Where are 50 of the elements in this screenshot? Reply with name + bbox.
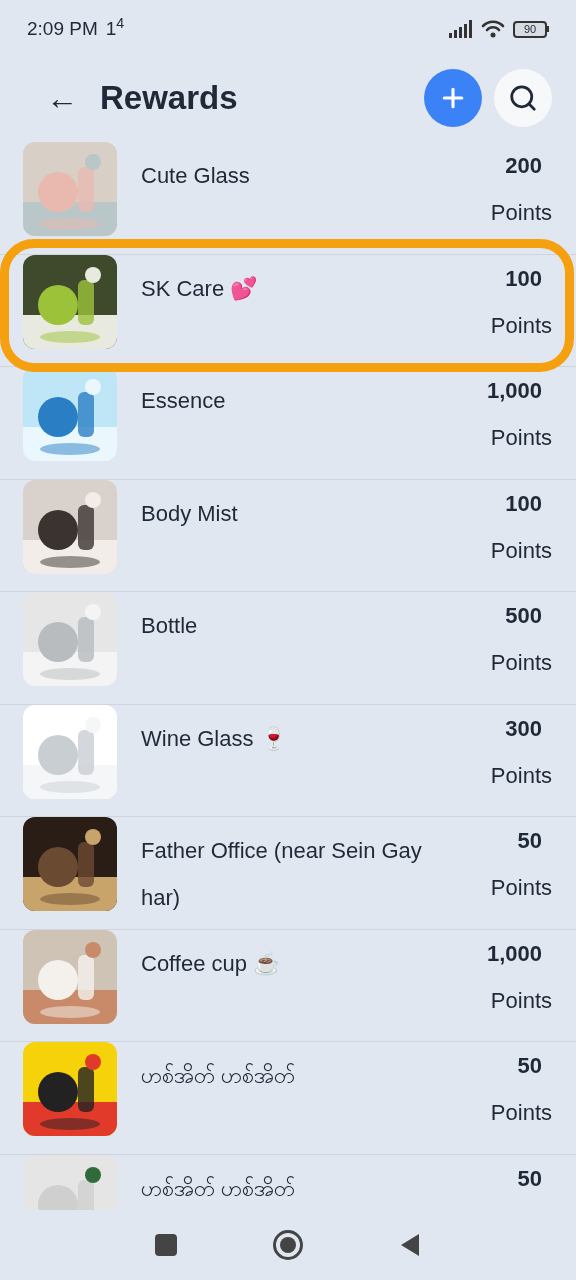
points-label: Points — [490, 761, 552, 790]
reward-name: ဟစ်အိတ် ဟစ်အိတ် — [141, 1174, 297, 1203]
points-label: Points — [490, 986, 552, 1015]
reward-name: Essence — [141, 387, 227, 415]
points-label: Points — [490, 536, 552, 565]
reward-item[interactable]: SK Care 💕 100 Points — [0, 254, 576, 367]
recents-icon[interactable] — [155, 1234, 177, 1256]
signal-icon — [449, 20, 473, 38]
points-label: Points — [490, 199, 552, 227]
back-button[interactable]: ← — [46, 82, 78, 114]
back-icon[interactable] — [399, 1233, 421, 1257]
reward-name: ဟစ်အိတ် ဟစ်အိတ် — [141, 1062, 297, 1090]
status-time: 2:09 PM — [27, 16, 98, 41]
reward-name: Bottle — [141, 612, 199, 640]
reward-item[interactable]: Body Mist 100 Points — [0, 479, 576, 592]
points-value: 100 — [505, 489, 543, 518]
points-value: 200 — [505, 152, 543, 180]
reward-name: SK Care 💕 — [141, 274, 259, 303]
points-value: 1,000 — [486, 377, 543, 405]
reward-name: Coffee cup ☕ — [141, 949, 282, 978]
reward-name: Wine Glass 🍷 — [141, 724, 288, 753]
points-value: 100 — [505, 264, 543, 293]
reward-item[interactable]: Essence 1,000 Points — [0, 367, 576, 480]
reward-item[interactable]: Coffee cup ☕ 1,000 Points — [0, 929, 576, 1042]
reward-item[interactable]: Wine Glass 🍷 300 Points — [0, 704, 576, 817]
reward-name: Cute Glass — [141, 162, 251, 190]
points-value: 1,000 — [486, 939, 543, 968]
points-value: 50 — [517, 1052, 543, 1080]
notification-indicator: 1$^{4}$ — [105, 14, 125, 41]
points-value: 50 — [517, 1164, 543, 1193]
points-label: Points — [490, 424, 552, 452]
add-button[interactable] — [424, 69, 482, 127]
points-label: Points — [490, 311, 552, 340]
battery-icon: 90 — [513, 20, 549, 38]
search-icon — [508, 83, 538, 113]
reward-name: Father Office (near Sein Gay har) — [141, 837, 423, 912]
points-label: Points — [490, 649, 552, 677]
reward-name: Body Mist — [141, 499, 239, 528]
points-value: 300 — [505, 714, 543, 743]
wifi-icon — [481, 19, 505, 39]
reward-item[interactable]: Bottle 500 Points — [0, 592, 576, 705]
home-icon[interactable] — [273, 1230, 303, 1260]
points-label: Points — [490, 874, 552, 902]
reward-item[interactable]: Cute Glass 200 Points — [0, 142, 576, 255]
reward-item[interactable]: Father Office (near Sein Gay har) 50 Points — [0, 817, 576, 930]
reward-item[interactable]: ဟစ်အိတ် ဟစ်အိတ် 50 Points — [0, 1042, 576, 1155]
page-title: Rewards — [100, 78, 239, 119]
points-label: Points — [490, 1099, 552, 1127]
points-value: 500 — [505, 602, 543, 630]
points-value: 50 — [517, 827, 543, 855]
